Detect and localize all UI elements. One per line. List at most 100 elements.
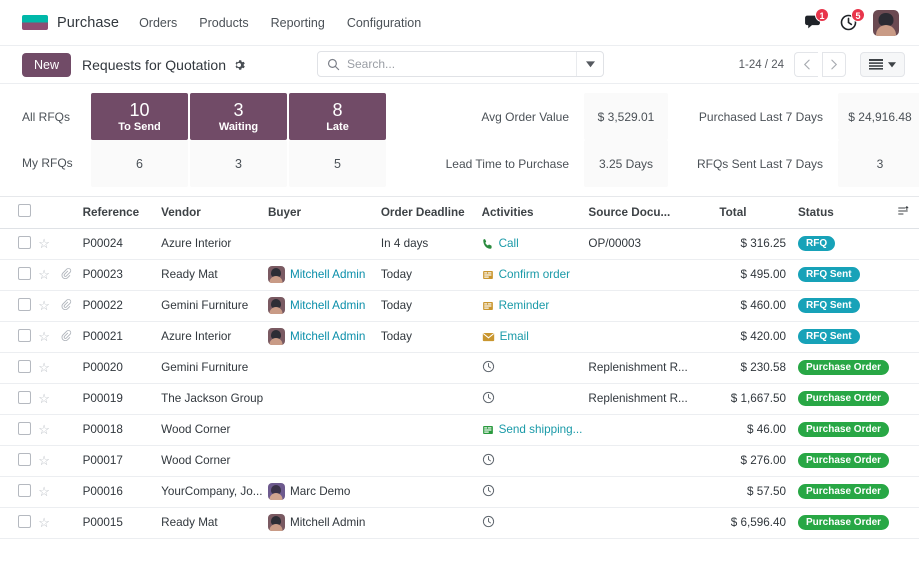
stat-value-purchased-last-7-days[interactable]: $ 24,916.48 bbox=[838, 93, 919, 140]
column-header-status[interactable]: Status bbox=[794, 197, 893, 228]
messages-button[interactable]: 1 bbox=[801, 12, 823, 34]
star-icon[interactable]: ☆ bbox=[38, 453, 50, 469]
column-options-button[interactable] bbox=[893, 197, 919, 228]
star-icon[interactable]: ☆ bbox=[38, 236, 50, 252]
kpi-tile-to-send[interactable]: 10 To Send bbox=[91, 93, 188, 140]
table-row[interactable]: ☆P00023Ready MatMitchell AdminTodayConfi… bbox=[0, 259, 919, 290]
cell-vendor[interactable]: Ready Mat bbox=[157, 507, 264, 538]
cell-source-document[interactable] bbox=[584, 290, 715, 321]
menu-item-products[interactable]: Products bbox=[199, 16, 248, 30]
clock-icon[interactable] bbox=[482, 484, 495, 497]
cell-source-document[interactable] bbox=[584, 445, 715, 476]
kpi-tile-my-late[interactable]: 5 bbox=[289, 140, 386, 187]
row-checkbox[interactable] bbox=[18, 515, 31, 528]
stat-value-rfqs-sent-last-7-days[interactable]: 3 bbox=[838, 140, 919, 187]
cell-reference[interactable]: P00023 bbox=[79, 259, 158, 290]
cell-reference[interactable]: P00024 bbox=[79, 228, 158, 259]
next-page-button[interactable] bbox=[822, 52, 846, 77]
previous-page-button[interactable] bbox=[794, 52, 818, 77]
clock-icon[interactable] bbox=[482, 453, 495, 466]
star-icon[interactable]: ☆ bbox=[38, 422, 50, 438]
table-row[interactable]: ☆P00024Azure InteriorIn 4 daysCallOP/000… bbox=[0, 228, 919, 259]
table-row[interactable]: ☆ P00020Gemini Furniture Replenishment R..… bbox=[0, 352, 919, 383]
activities-button[interactable]: 5 bbox=[837, 12, 859, 34]
star-icon[interactable]: ☆ bbox=[38, 360, 50, 376]
column-header-order-deadline[interactable]: Order Deadline bbox=[377, 197, 478, 228]
row-checkbox[interactable] bbox=[18, 329, 31, 342]
table-row[interactable]: ☆P00017Wood Corner$ 276.00Purchase Order bbox=[0, 445, 919, 476]
column-header-source-document[interactable]: Source Docu... bbox=[584, 197, 715, 228]
cell-source-document[interactable] bbox=[584, 259, 715, 290]
cell-vendor[interactable]: Wood Corner bbox=[157, 414, 264, 445]
star-icon[interactable]: ☆ bbox=[38, 391, 50, 407]
cell-vendor[interactable]: Gemini Furniture bbox=[157, 290, 264, 321]
list-icon[interactable] bbox=[482, 300, 494, 312]
table-row[interactable]: ☆P00016YourCompany, Jo...Marc Demo$ 57.5… bbox=[0, 476, 919, 507]
gear-icon[interactable] bbox=[233, 59, 245, 71]
cell-reference[interactable]: P00015 bbox=[79, 507, 158, 538]
column-header-activities[interactable]: Activities bbox=[478, 197, 585, 228]
menu-item-orders[interactable]: Orders bbox=[139, 16, 177, 30]
list-green-icon[interactable] bbox=[482, 424, 494, 436]
kpi-tile-my-waiting[interactable]: 3 bbox=[190, 140, 287, 187]
star-icon[interactable]: ☆ bbox=[38, 298, 50, 314]
cell-source-document[interactable]: OP/00003 bbox=[584, 228, 715, 259]
column-header-reference[interactable]: Reference bbox=[79, 197, 158, 228]
cell-reference[interactable]: P00020 bbox=[79, 352, 158, 383]
row-checkbox[interactable] bbox=[18, 267, 31, 280]
paperclip-icon[interactable] bbox=[60, 267, 72, 279]
column-header-total[interactable]: Total bbox=[715, 197, 794, 228]
kpi-tile-waiting[interactable]: 3 Waiting bbox=[190, 93, 287, 140]
cell-reference[interactable]: P00017 bbox=[79, 445, 158, 476]
cell-vendor[interactable]: Azure Interior bbox=[157, 228, 264, 259]
envelope-icon[interactable] bbox=[482, 331, 495, 343]
view-switcher-button[interactable] bbox=[860, 52, 905, 77]
clock-icon[interactable] bbox=[482, 360, 495, 373]
clock-icon[interactable] bbox=[482, 515, 495, 528]
cell-vendor[interactable]: YourCompany, Jo... bbox=[157, 476, 264, 507]
list-icon[interactable] bbox=[482, 269, 494, 281]
menu-item-reporting[interactable]: Reporting bbox=[271, 16, 325, 30]
star-icon[interactable]: ☆ bbox=[38, 329, 50, 345]
avatar[interactable] bbox=[873, 10, 899, 36]
paperclip-icon[interactable] bbox=[60, 298, 72, 310]
cell-vendor[interactable]: Ready Mat bbox=[157, 259, 264, 290]
cell-reference[interactable]: P00019 bbox=[79, 383, 158, 414]
paperclip-icon[interactable] bbox=[60, 329, 72, 341]
cell-source-document[interactable] bbox=[584, 507, 715, 538]
table-row[interactable]: ☆P00019The Jackson GroupReplenishment R.… bbox=[0, 383, 919, 414]
menu-item-configuration[interactable]: Configuration bbox=[347, 16, 421, 30]
cell-vendor[interactable]: Gemini Furniture bbox=[157, 352, 264, 383]
search-dropdown-toggle[interactable] bbox=[576, 52, 603, 76]
cell-source-document[interactable] bbox=[584, 321, 715, 352]
table-row[interactable]: ☆P00022Gemini FurnitureMitchell AdminTod… bbox=[0, 290, 919, 321]
cell-reference[interactable]: P00016 bbox=[79, 476, 158, 507]
star-icon[interactable]: ☆ bbox=[38, 515, 50, 531]
column-header-vendor[interactable]: Vendor bbox=[157, 197, 264, 228]
cell-reference[interactable]: P00022 bbox=[79, 290, 158, 321]
row-checkbox[interactable] bbox=[18, 236, 31, 249]
row-checkbox[interactable] bbox=[18, 422, 31, 435]
search-bar[interactable] bbox=[317, 51, 604, 77]
cell-reference[interactable]: P00018 bbox=[79, 414, 158, 445]
app-name[interactable]: Purchase bbox=[57, 15, 119, 31]
cell-reference[interactable]: P00021 bbox=[79, 321, 158, 352]
row-checkbox[interactable] bbox=[18, 360, 31, 373]
stat-value-avg-order-value[interactable]: $ 3,529.01 bbox=[584, 93, 668, 140]
cell-vendor[interactable]: Wood Corner bbox=[157, 445, 264, 476]
phone-icon[interactable] bbox=[482, 238, 494, 250]
cell-source-document[interactable]: Replenishment R... bbox=[584, 352, 715, 383]
clock-icon[interactable] bbox=[482, 391, 495, 404]
search-input[interactable] bbox=[347, 57, 576, 71]
column-header-buyer[interactable]: Buyer bbox=[264, 197, 377, 228]
table-row[interactable]: ☆P00021Azure InteriorMitchell AdminToday… bbox=[0, 321, 919, 352]
kpi-tile-my-to-send[interactable]: 6 bbox=[91, 140, 188, 187]
kpi-tile-late[interactable]: 8 Late bbox=[289, 93, 386, 140]
row-checkbox[interactable] bbox=[18, 391, 31, 404]
star-icon[interactable]: ☆ bbox=[38, 267, 50, 283]
star-icon[interactable]: ☆ bbox=[38, 484, 50, 500]
cell-source-document[interactable]: Replenishment R... bbox=[584, 383, 715, 414]
stat-value-lead-time-to-purchase[interactable]: 3.25 Days bbox=[584, 140, 668, 187]
cell-source-document[interactable] bbox=[584, 476, 715, 507]
cell-vendor[interactable]: Azure Interior bbox=[157, 321, 264, 352]
